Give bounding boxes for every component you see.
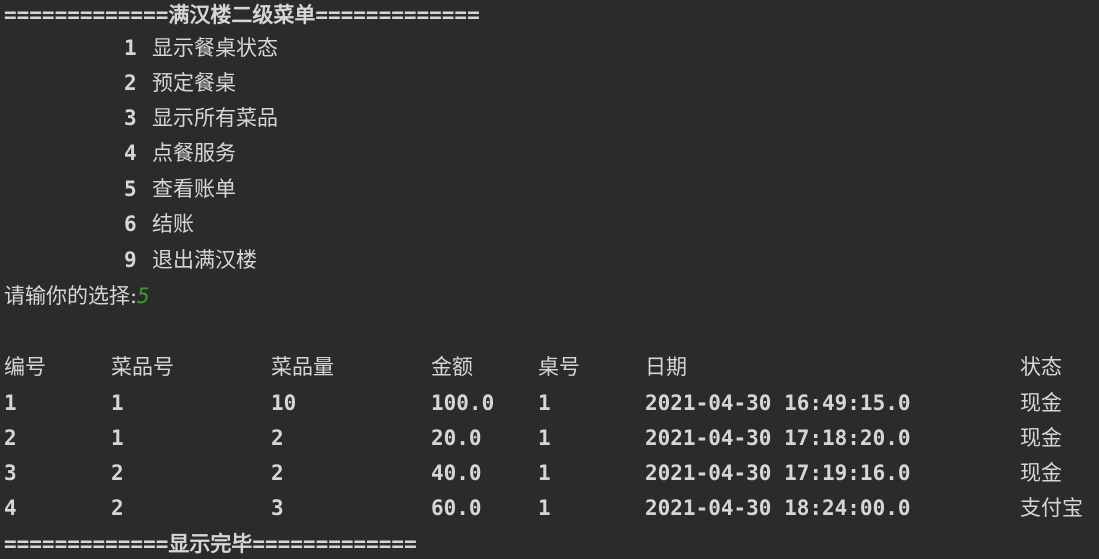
cell-id: 2 [4, 426, 17, 450]
cell-amount: 100.0 [431, 391, 495, 415]
menu-item-5: 5 查看账单 [124, 174, 236, 204]
menu-item-label: 显示所有菜品 [152, 106, 278, 130]
cell-date: 2021-04-30 18:24:00.0 [645, 496, 911, 520]
menu-item-2: 2 预定餐桌 [124, 68, 236, 98]
cell-dish-count: 2 [271, 461, 284, 485]
header-id: 编号 [4, 355, 46, 379]
menu-item-label: 显示餐桌状态 [152, 36, 278, 60]
cell-dish-id: 1 [111, 426, 124, 450]
menu-header-line: =============满汉楼二级菜单============= [4, 3, 480, 27]
cell-table-id: 1 [538, 461, 551, 485]
cell-table-id: 1 [538, 496, 551, 520]
menu-item-number: 3 [124, 106, 137, 130]
cell-amount: 20.0 [431, 426, 482, 450]
menu-item-label: 点餐服务 [152, 141, 236, 165]
menu-item-1: 1 显示餐桌状态 [124, 33, 278, 63]
table-header-row: 编号 菜品号 菜品量 金额 桌号 日期 状态 [0, 352, 1099, 382]
prompt-input-value[interactable]: 5 [137, 284, 150, 308]
cell-id: 1 [4, 391, 17, 415]
footer-line: =============显示完毕============= [4, 532, 417, 556]
console-output: =============满汉楼二级菜单============= 1 显示餐桌状… [0, 0, 1099, 559]
menu-item-number: 2 [124, 71, 137, 95]
menu-item-6: 6 结账 [124, 209, 194, 239]
table-row: 1 1 10 100.0 1 2021-04-30 16:49:15.0 现金 [0, 388, 1099, 418]
menu-item-label: 退出满汉楼 [152, 248, 257, 272]
cell-dish-id: 1 [111, 391, 124, 415]
cell-dish-count: 3 [271, 496, 284, 520]
cell-amount: 60.0 [431, 496, 482, 520]
menu-item-3: 3 显示所有菜品 [124, 103, 278, 133]
menu-item-number: 4 [124, 141, 137, 165]
prompt-text: 请输你的选择: [4, 284, 138, 308]
header-date: 日期 [645, 355, 687, 379]
cell-id: 4 [4, 496, 17, 520]
menu-item-label: 预定餐桌 [152, 71, 236, 95]
menu-item-9: 9 退出满汉楼 [124, 245, 257, 275]
table-row: 2 1 2 20.0 1 2021-04-30 17:18:20.0 现金 [0, 423, 1099, 453]
cell-dish-count: 10 [271, 391, 297, 415]
choice-prompt: 请输你的选择:5 [4, 281, 150, 311]
cell-status: 现金 [1020, 426, 1062, 450]
cell-table-id: 1 [538, 391, 551, 415]
cell-dish-id: 2 [111, 461, 124, 485]
cell-status: 现金 [1020, 461, 1062, 485]
cell-amount: 40.0 [431, 461, 482, 485]
menu-item-number: 1 [124, 36, 137, 60]
header-dish-count: 菜品量 [271, 355, 334, 379]
cell-status: 现金 [1020, 391, 1062, 415]
cell-date: 2021-04-30 16:49:15.0 [645, 391, 911, 415]
cell-date: 2021-04-30 17:19:16.0 [645, 461, 911, 485]
cell-dish-count: 2 [271, 426, 284, 450]
header-dish-id: 菜品号 [111, 355, 174, 379]
cell-status: 支付宝 [1020, 496, 1083, 520]
table-row: 4 2 3 60.0 1 2021-04-30 18:24:00.0 支付宝 [0, 493, 1099, 523]
header-amount: 金额 [431, 355, 473, 379]
header-status: 状态 [1020, 355, 1062, 379]
menu-item-number: 5 [124, 177, 137, 201]
cell-dish-id: 2 [111, 496, 124, 520]
menu-item-label: 结账 [152, 212, 194, 236]
cell-id: 3 [4, 461, 17, 485]
menu-item-label: 查看账单 [152, 177, 236, 201]
header-table-id: 桌号 [538, 355, 580, 379]
cell-table-id: 1 [538, 426, 551, 450]
table-row: 3 2 2 40.0 1 2021-04-30 17:19:16.0 现金 [0, 458, 1099, 488]
menu-item-4: 4 点餐服务 [124, 138, 236, 168]
menu-item-number: 6 [124, 212, 137, 236]
cell-date: 2021-04-30 17:18:20.0 [645, 426, 911, 450]
menu-item-number: 9 [124, 248, 137, 272]
